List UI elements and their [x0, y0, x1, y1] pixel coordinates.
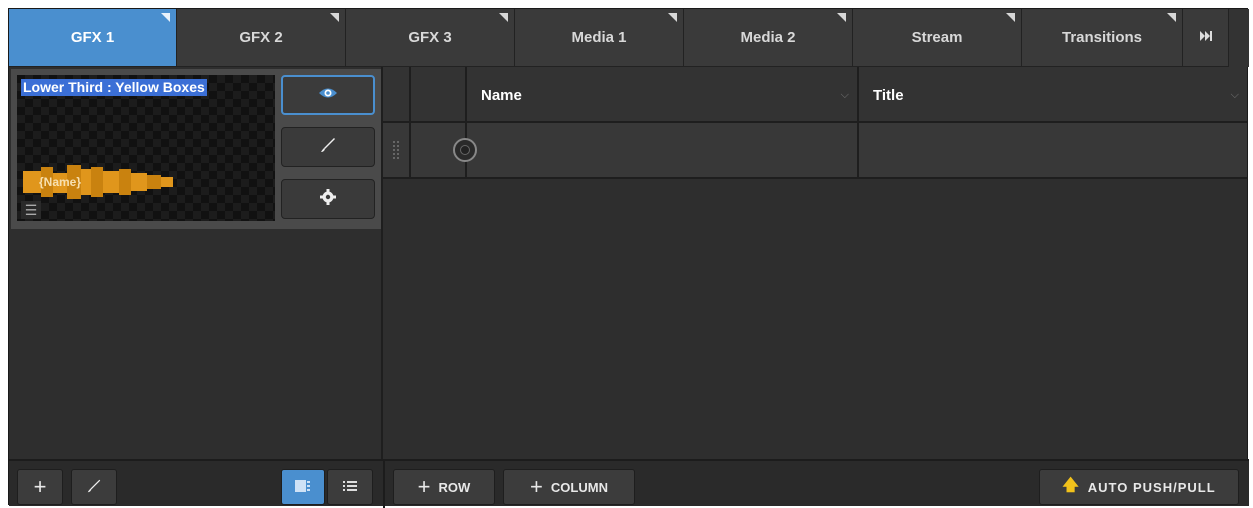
edit-graphic-button[interactable]: [281, 127, 375, 167]
tab-bar: GFX 1 GFX 2 GFX 3 Media 1 Media 2 Stream…: [9, 9, 1249, 67]
auto-push-pull-label: AUTO PUSH/PULL: [1087, 479, 1216, 495]
plus-icon: +: [530, 474, 543, 499]
table-header-row: Name ⌵ Title ⌵: [383, 67, 1247, 123]
name-placeholder: {Name}: [39, 175, 82, 189]
plus-icon: +: [33, 474, 47, 499]
tab-label: Transitions: [1061, 29, 1143, 46]
tab-label: Media 1: [571, 29, 627, 46]
list-icon: ☰: [21, 201, 41, 219]
tab-media2[interactable]: Media 2: [684, 9, 853, 67]
eye-icon: [318, 86, 338, 105]
select-column-header: [411, 67, 467, 121]
add-column-label: COLUMN: [550, 479, 608, 495]
list-view-button[interactable]: [327, 469, 373, 505]
tab-gfx1[interactable]: GFX 1: [9, 9, 177, 67]
add-row-label: ROW: [438, 479, 471, 495]
grid-view-button[interactable]: [281, 469, 325, 505]
column-header-label: Name: [481, 87, 522, 104]
tab-label: Media 2: [740, 29, 796, 46]
tab-scroll-end-button[interactable]: [1183, 9, 1229, 67]
brush-icon: [86, 478, 102, 497]
corner-icon: [837, 13, 846, 22]
plus-icon: +: [417, 474, 431, 499]
corner-icon: [668, 13, 677, 22]
tab-label: GFX 1: [70, 29, 115, 46]
add-column-button[interactable]: + COLUMN: [503, 469, 635, 505]
tab-stream[interactable]: Stream: [853, 9, 1022, 67]
graphics-list-panel: Lower Third : Yellow Boxes {Name} ☰: [9, 67, 383, 459]
graphic-card[interactable]: Lower Third : Yellow Boxes {Name} ☰: [11, 69, 381, 229]
corner-icon: [499, 13, 508, 22]
cell-title[interactable]: [859, 123, 1247, 177]
table-row[interactable]: [383, 123, 1247, 179]
drag-handle[interactable]: [383, 123, 411, 177]
gear-icon: [319, 188, 337, 211]
graphic-thumbnail[interactable]: Lower Third : Yellow Boxes {Name} ☰: [17, 75, 275, 221]
column-header-name[interactable]: Name ⌵: [467, 67, 859, 121]
cell-name[interactable]: [467, 123, 859, 177]
chevron-down-icon[interactable]: ⌵: [1231, 89, 1239, 102]
edit-button[interactable]: [71, 469, 117, 505]
corner-icon: [161, 13, 170, 22]
app-window: GFX 1 GFX 2 GFX 3 Media 1 Media 2 Stream…: [8, 8, 1249, 508]
brush-icon: [319, 136, 337, 159]
grid-view-icon: [294, 479, 312, 496]
row-select-cell[interactable]: [411, 123, 477, 177]
add-row-button[interactable]: + ROW: [393, 469, 495, 505]
auto-push-pull-button[interactable]: 🡅 AUTO PUSH/PULL: [1039, 469, 1239, 505]
graphic-settings-button[interactable]: [281, 179, 375, 219]
tab-label: Stream: [911, 29, 963, 46]
tab-label: GFX 3: [408, 29, 452, 46]
corner-icon: [330, 13, 339, 22]
corner-icon: [1006, 13, 1015, 22]
add-graphic-button[interactable]: +: [17, 469, 63, 505]
graphic-title: Lower Third : Yellow Boxes: [21, 79, 207, 96]
tab-gfx2[interactable]: GFX 2: [177, 9, 346, 67]
drag-column-header: [383, 67, 411, 121]
arrow-up-icon: 🡅: [1062, 476, 1080, 494]
corner-icon: [1167, 13, 1176, 22]
column-header-title[interactable]: Title ⌵: [859, 67, 1247, 121]
tab-transitions[interactable]: Transitions: [1022, 9, 1183, 67]
tab-gfx3[interactable]: GFX 3: [346, 9, 515, 67]
tab-label: GFX 2: [239, 29, 283, 46]
tab-media1[interactable]: Media 1: [515, 9, 684, 67]
list-view-icon: [342, 479, 358, 496]
drag-handle-icon: [393, 141, 399, 159]
toolbar-divider: [383, 461, 385, 508]
preview-button[interactable]: [281, 75, 375, 115]
chevron-down-icon[interactable]: ⌵: [841, 89, 849, 102]
bottom-toolbar: + + ROW + COLUMN 🡅 AUTO PUSH/PULL: [9, 459, 1249, 508]
data-table: Name ⌵ Title ⌵: [383, 67, 1247, 459]
skip-to-end-icon: [1199, 29, 1213, 46]
column-header-label: Title: [873, 87, 904, 104]
